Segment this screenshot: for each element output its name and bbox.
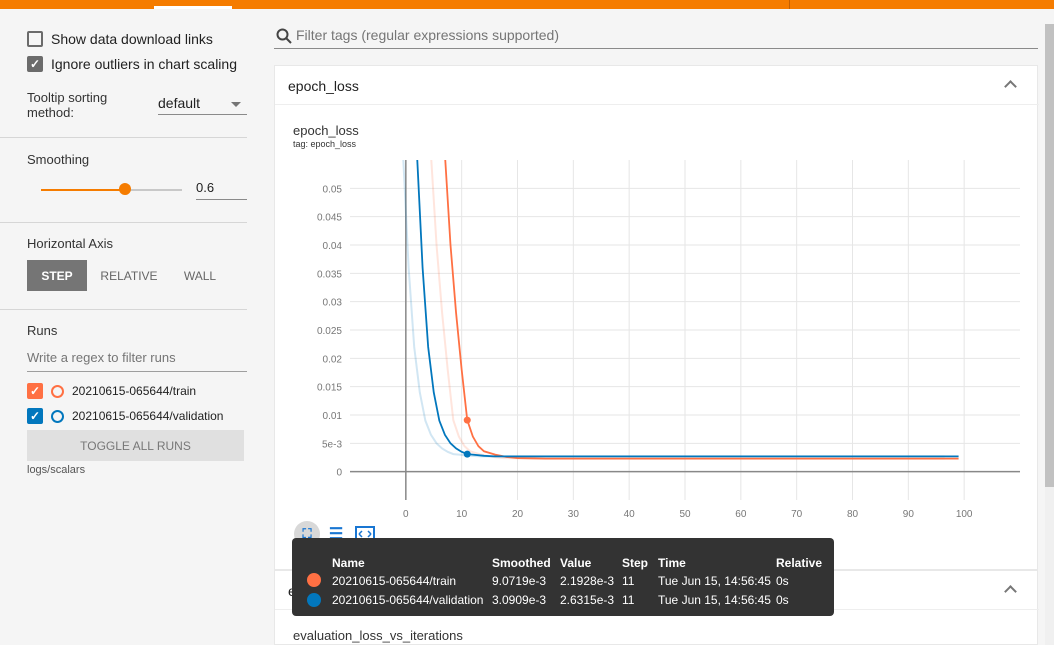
y-tick-label: 0.03 — [323, 298, 343, 309]
tooltip-train-step: 11 — [622, 574, 635, 588]
tooltip-sorting-select[interactable]: default — [158, 95, 247, 115]
series-raw-line — [430, 160, 945, 460]
run-train-label: 20210615-065644/train — [72, 384, 197, 398]
run-train-color-icon[interactable] — [51, 384, 64, 398]
tooltip-header-name: Name — [332, 556, 365, 570]
show-download-links-label: Show data download links — [51, 31, 213, 47]
y-tick-label: 0.01 — [323, 411, 343, 422]
chevron-up-icon[interactable] — [1004, 585, 1017, 598]
x-tick-label: 40 — [624, 509, 636, 520]
axis-wall-button[interactable]: WALL — [171, 260, 229, 291]
run-validation-color-icon[interactable] — [51, 409, 64, 423]
x-tick-label: 10 — [456, 509, 468, 520]
tooltip-header-time: Time — [658, 556, 686, 570]
ignore-outliers-option[interactable]: ✓ Ignore outliers in chart scaling — [27, 56, 237, 72]
y-tick-label: 0.04 — [323, 241, 343, 252]
tooltip-sorting-value: default — [158, 95, 201, 111]
y-tick-label: 0 — [336, 468, 342, 479]
chevron-up-icon[interactable] — [1004, 80, 1017, 93]
plot-title: epoch_loss — [293, 123, 359, 138]
tag-filter-placeholder: Filter tags (regular expressions support… — [296, 27, 560, 43]
tag-filter-input[interactable]: Filter tags (regular expressions support… — [274, 24, 1038, 49]
runs-filter-input[interactable]: Write a regex to filter runs — [27, 350, 247, 372]
tooltip-train-value: 2.1928e-3 — [560, 574, 615, 588]
scrollbar-thumb[interactable] — [1045, 24, 1054, 487]
y-tick-label: 0.025 — [317, 326, 342, 337]
y-tick-label: 5e-3 — [322, 439, 342, 450]
toggle-all-runs-button[interactable]: TOGGLE ALL RUNS — [27, 430, 244, 461]
x-tick-label: 90 — [903, 509, 915, 520]
chevron-down-icon — [231, 102, 241, 107]
tooltip-validation-name: 20210615-065644/validation — [332, 593, 484, 607]
axis-relative-button[interactable]: RELATIVE — [93, 260, 165, 291]
show-download-links-checkbox[interactable] — [27, 31, 43, 47]
tooltip-validation-relative: 0s — [776, 593, 789, 607]
tooltip-sorting-label: Tooltip sorting method: — [27, 90, 108, 120]
epoch-loss-chart[interactable]: 0 10 20 30 40 50 60 70 80 90 100 0 5e-3 0.01 0.015 0.02… — [300, 155, 1030, 525]
main-scrollbar[interactable] — [1045, 24, 1054, 645]
top-nav-bar — [0, 0, 1054, 9]
ignore-outliers-checkbox[interactable]: ✓ — [27, 56, 43, 72]
x-tick-label: 20 — [512, 509, 524, 520]
evaluation-loss-plot-title: evaluation_loss_vs_iterations — [293, 628, 463, 643]
tooltip-header-step: Step — [622, 556, 649, 570]
y-tick-label: 0.015 — [317, 383, 342, 394]
series-raw-line — [402, 160, 945, 458]
x-tick-label: 0 — [403, 509, 409, 520]
x-tick-label: 60 — [735, 509, 747, 520]
tooltip-validation-value: 2.6315e-3 — [560, 593, 615, 607]
runs-label: Runs — [27, 323, 58, 338]
run-train-checkbox[interactable]: ✓ — [27, 383, 43, 399]
smoothing-value-input[interactable]: 0.6 — [196, 180, 247, 200]
series-line — [444, 160, 959, 460]
run-validation-checkbox[interactable]: ✓ — [27, 408, 43, 424]
tooltip-header-relative: Relative — [776, 556, 823, 570]
smoothing-slider-thumb[interactable] — [119, 183, 131, 195]
run-item-validation[interactable]: ✓ 20210615-065644/validation — [27, 408, 223, 424]
smoothing-label: Smoothing — [27, 152, 90, 167]
show-download-links-option[interactable]: Show data download links — [27, 31, 213, 47]
horizontal-axis-label: Horizontal Axis — [27, 236, 113, 251]
x-tick-label: 30 — [568, 509, 580, 520]
sidebar: Show data download links ✓ Ignore outlie… — [0, 9, 258, 645]
tooltip-validation-time: Tue Jun 15, 14:56:45 — [658, 593, 771, 607]
tooltip-train-smoothed: 9.0719e-3 — [492, 574, 547, 588]
epoch-loss-card-header[interactable]: epoch_loss — [275, 66, 1039, 105]
y-tick-label: 0.05 — [323, 184, 343, 195]
chart-tooltip: Name Smoothed Value Step Time Relative 2… — [292, 538, 834, 616]
chart-grid — [350, 160, 1020, 500]
axis-step-button[interactable]: STEP — [27, 260, 87, 291]
tooltip-train-name: 20210615-065644/train — [332, 574, 457, 588]
hover-point — [463, 416, 471, 424]
tooltip-train-time: Tue Jun 15, 14:56:45 — [658, 574, 771, 588]
hover-point — [463, 450, 471, 458]
x-tick-label: 80 — [847, 509, 859, 520]
y-tick-label: 0.035 — [317, 269, 342, 280]
epoch-loss-card-title: epoch_loss — [288, 78, 359, 94]
smoothing-value: 0.6 — [196, 180, 215, 195]
x-tick-label: 70 — [791, 509, 803, 520]
tooltip-validation-color-icon — [307, 593, 321, 607]
tooltip-train-relative: 0s — [776, 574, 789, 588]
run-item-train[interactable]: ✓ 20210615-065644/train — [27, 383, 196, 399]
x-tick-label: 50 — [679, 509, 691, 520]
tooltip-validation-smoothed: 3.0909e-3 — [492, 593, 547, 607]
ignore-outliers-label: Ignore outliers in chart scaling — [51, 56, 237, 72]
plot-tag: tag: epoch_loss — [293, 139, 357, 149]
runs-filter-placeholder: Write a regex to filter runs — [27, 350, 176, 365]
top-bar-divider — [789, 0, 790, 9]
tooltip-validation-step: 11 — [622, 593, 635, 607]
y-tick-label: 0.02 — [323, 354, 343, 365]
run-validation-label: 20210615-065644/validation — [72, 409, 224, 423]
y-tick-label: 0.045 — [317, 213, 342, 224]
series-line — [416, 160, 959, 458]
logdir-label: logs/scalars — [27, 464, 86, 476]
tooltip-header-smoothed: Smoothed — [492, 556, 551, 570]
tooltip-header-value: Value — [560, 556, 592, 570]
search-icon — [276, 28, 292, 44]
x-tick-label: 100 — [956, 509, 973, 520]
chart-series — [402, 160, 959, 460]
tooltip-train-color-icon — [307, 573, 321, 587]
smoothing-slider-fill — [41, 189, 125, 191]
